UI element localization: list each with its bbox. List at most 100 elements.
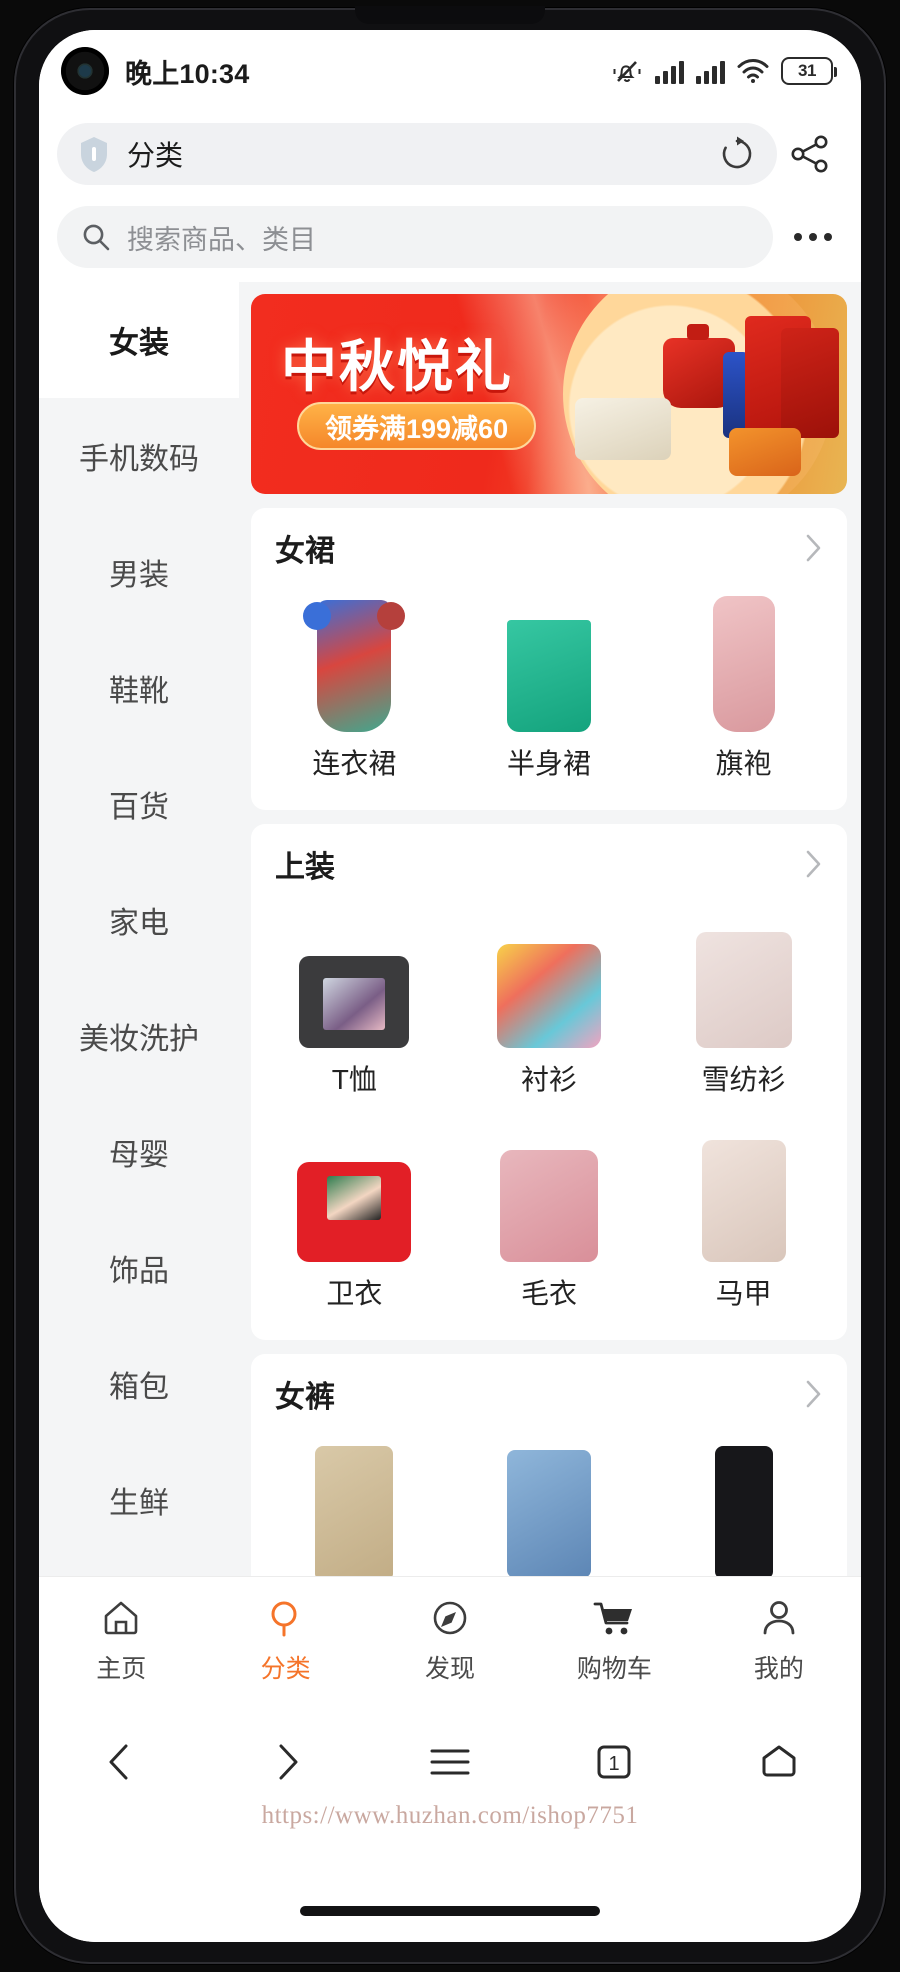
product-cell[interactable]: 连衣裙 — [257, 582, 452, 796]
gesture-home-bar[interactable] — [300, 1906, 600, 1916]
trousers-image — [315, 1446, 394, 1576]
product-cell[interactable]: 雪纺衫 — [646, 898, 841, 1112]
dress-image — [303, 600, 406, 732]
product-label: 毛衣 — [520, 1278, 577, 1309]
more-dots-icon[interactable] — [781, 233, 845, 241]
address-field[interactable]: 分类 — [57, 123, 777, 185]
product-thumb — [684, 908, 804, 1048]
sidebar-item-6[interactable]: 美妆洗护 — [39, 978, 239, 1094]
home-pentagon-icon[interactable] — [697, 1740, 861, 1784]
hoodie-image — [297, 1162, 412, 1262]
back-icon[interactable] — [39, 1740, 203, 1784]
category-sidebar[interactable]: 女装 手机数码 男装 鞋靴 百货 家电 美妆洗护 母婴 饰品 箱包 生鲜 — [39, 282, 239, 1576]
forward-icon[interactable] — [203, 1740, 367, 1784]
chevron-right-icon[interactable] — [805, 849, 823, 879]
product-cell[interactable]: 毛衣 — [452, 1112, 647, 1326]
sidebar-item-5[interactable]: 家电 — [39, 862, 239, 978]
tab-category[interactable]: 分类 — [203, 1595, 367, 1685]
chevron-right-icon[interactable] — [805, 1379, 823, 1409]
product-label: 连衣裙 — [312, 748, 397, 779]
browser-address-bar: 分类 — [39, 112, 861, 196]
sidebar-item-label: 手机数码 — [79, 443, 199, 476]
section-header-0[interactable]: 女裙 — [257, 526, 841, 574]
section-header-2[interactable]: 女裤 — [257, 1372, 841, 1420]
sidebar-item-9[interactable]: 箱包 — [39, 1326, 239, 1442]
phone-bezel: 晚上10:34 31 分类 搜索商品、类目 女装 手机数码 男装 鞋靴 百货 家… — [14, 6, 886, 1964]
tab-label: 购物车 — [576, 1654, 652, 1683]
category-content: 中秋悦礼 领券满199减60 女裙 连衣裙 半身裙 旗袍 上装 T恤 衬衫 雪纺… — [239, 282, 861, 1576]
section-card-1: 上装 T恤 衬衫 雪纺衫 卫衣 毛衣 马甲 — [251, 824, 847, 1340]
sidebar-item-8[interactable]: 饰品 — [39, 1210, 239, 1326]
sidebar-item-4[interactable]: 百货 — [39, 746, 239, 862]
status-bar: 晚上10:34 31 — [39, 30, 861, 112]
product-cell[interactable]: 马甲 — [646, 1112, 841, 1326]
sidebar-item-10[interactable]: 生鲜 — [39, 1442, 239, 1558]
camera-punch-hole-icon — [61, 47, 109, 95]
tab-discover[interactable]: 发现 — [368, 1595, 532, 1685]
skirt-image — [506, 620, 591, 732]
product-cell[interactable] — [257, 1428, 452, 1576]
product-cell[interactable]: 衬衫 — [452, 898, 647, 1112]
chiffon-blouse-image — [695, 932, 792, 1048]
jeans-image — [506, 1450, 591, 1576]
sidebar-item-label: 母婴 — [109, 1139, 169, 1172]
tshirt-image — [299, 956, 410, 1048]
reload-icon[interactable] — [717, 134, 757, 174]
shield-icon — [75, 134, 113, 174]
cart-icon — [592, 1595, 636, 1641]
menu-icon[interactable] — [368, 1744, 532, 1780]
product-label: 衬衫 — [520, 1064, 577, 1095]
sidebar-item-label: 美妆洗护 — [79, 1023, 199, 1056]
product-cell[interactable]: 旗袍 — [646, 582, 841, 796]
sidebar-item-label: 生鲜 — [109, 1487, 169, 1520]
product-thumb — [684, 592, 804, 732]
product-cell[interactable]: 卫衣 — [257, 1112, 452, 1326]
tab-profile[interactable]: 我的 — [697, 1595, 861, 1685]
section-grid-2 — [257, 1420, 841, 1576]
tab-label: 发现 — [425, 1654, 476, 1683]
sidebar-item-3[interactable]: 鞋靴 — [39, 630, 239, 746]
battery-level: 31 — [798, 61, 816, 80]
search-category-icon — [265, 1595, 307, 1641]
product-label: 雪纺衫 — [701, 1064, 786, 1095]
product-cell[interactable] — [452, 1428, 647, 1576]
sidebar-item-label: 箱包 — [109, 1371, 169, 1404]
banner-coupon-pill[interactable]: 领券满199减60 — [297, 402, 537, 450]
section-grid-1: T恤 衬衫 雪纺衫 卫衣 毛衣 马甲 — [257, 890, 841, 1326]
search-placeholder: 搜索商品、类目 — [127, 224, 316, 255]
section-title: 上装 — [275, 851, 335, 884]
wifi-icon — [737, 58, 769, 84]
product-thumb — [684, 1122, 804, 1262]
product-thumb — [489, 1438, 609, 1576]
tab-cart[interactable]: 购物车 — [532, 1595, 696, 1685]
banner-product-mooncake — [575, 398, 671, 460]
bottom-tab-bar: 主页 分类 发现 购物车 我的 — [39, 1576, 861, 1702]
product-cell[interactable]: T恤 — [257, 898, 452, 1112]
sidebar-item-1[interactable]: 手机数码 — [39, 398, 239, 514]
chevron-right-icon[interactable] — [805, 533, 823, 563]
tab-home[interactable]: 主页 — [39, 1595, 203, 1685]
shirt-image — [496, 944, 601, 1048]
tabs-count-icon[interactable]: 1 — [532, 1740, 696, 1784]
share-icon[interactable] — [777, 123, 843, 185]
sidebar-item-2[interactable]: 男装 — [39, 514, 239, 630]
section-header-1[interactable]: 上装 — [257, 842, 841, 890]
product-cell[interactable]: 半身裙 — [452, 582, 647, 796]
banner-product-crab — [729, 428, 801, 476]
promo-banner[interactable]: 中秋悦礼 领券满199减60 — [251, 294, 847, 494]
product-thumb — [489, 592, 609, 732]
screenshot-stage: 晚上10:34 31 分类 搜索商品、类目 女装 手机数码 男装 鞋靴 百货 家… — [0, 0, 900, 1972]
search-input[interactable]: 搜索商品、类目 — [57, 206, 773, 268]
product-thumb — [294, 908, 414, 1048]
product-cell[interactable] — [646, 1428, 841, 1576]
product-thumb — [489, 1122, 609, 1262]
sidebar-item-7[interactable]: 母婴 — [39, 1094, 239, 1210]
top-speaker-notch — [355, 6, 545, 24]
vest-image — [701, 1140, 786, 1262]
sidebar-item-0[interactable]: 女装 — [39, 282, 239, 398]
watermark-text: https://www.huzhan.com/ishop7751 — [261, 1802, 639, 1829]
home-icon — [100, 1595, 142, 1641]
signal-icon-2 — [696, 58, 725, 84]
compass-icon — [429, 1595, 471, 1641]
product-label: 马甲 — [715, 1278, 772, 1309]
